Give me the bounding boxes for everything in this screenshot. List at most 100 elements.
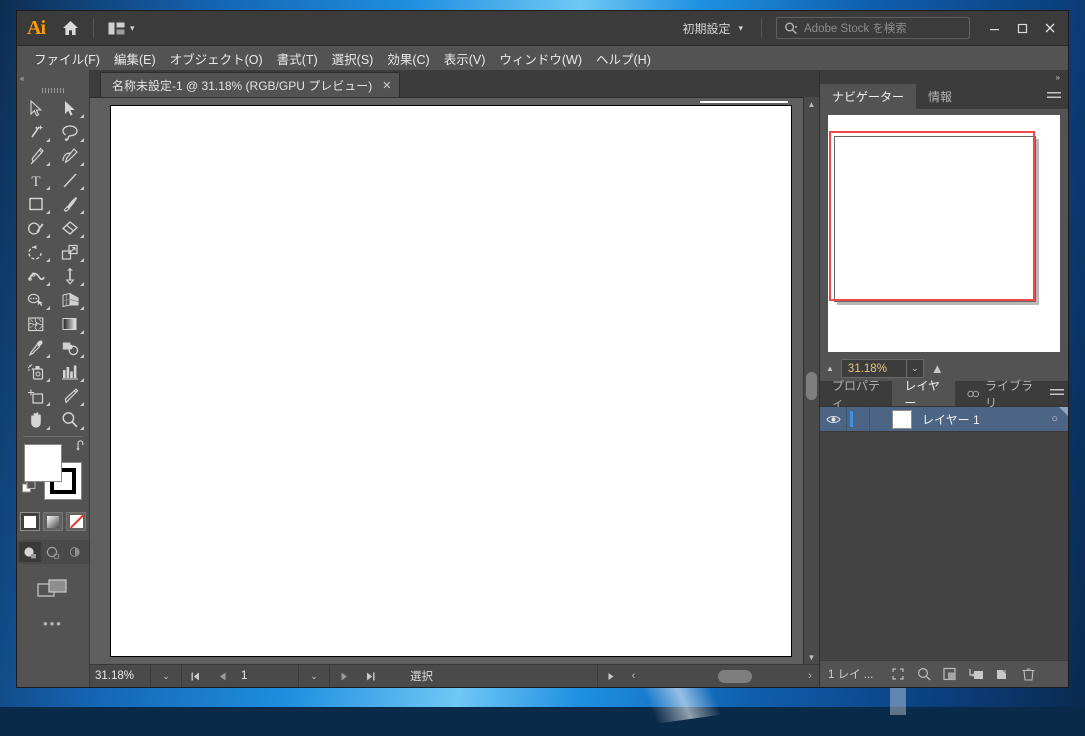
workspace-switcher[interactable]: 初期設定 ▾ — [674, 16, 751, 41]
locate-object-button[interactable] — [885, 663, 911, 685]
create-sublayer-button[interactable] — [937, 663, 963, 685]
curvature-tool[interactable] — [53, 144, 87, 168]
home-icon[interactable] — [57, 15, 83, 41]
hand-tool[interactable] — [19, 408, 53, 432]
color-swatch-button[interactable] — [20, 512, 40, 531]
menu-window[interactable]: ウィンドウ(W) — [492, 46, 589, 71]
expand-panels-button[interactable]: » — [820, 70, 1068, 84]
type-tool[interactable]: T — [19, 168, 53, 192]
close-button[interactable] — [1036, 15, 1064, 41]
artboard-dropdown-icon[interactable]: ⌄ — [299, 665, 330, 687]
gradient-tool[interactable] — [53, 312, 87, 336]
default-fill-stroke-icon[interactable] — [22, 480, 37, 494]
direct-selection-tool[interactable] — [53, 96, 87, 120]
first-artboard-icon[interactable] — [182, 665, 209, 687]
artboard[interactable] — [110, 105, 792, 657]
status-zoom-dropdown-icon[interactable]: ⌄ — [151, 665, 182, 687]
tab-navigator[interactable]: ナビゲーター — [820, 84, 917, 109]
tab-properties[interactable]: プロパティ — [820, 379, 893, 410]
adobe-stock-search-input[interactable]: Adobe Stock を検索 — [776, 17, 970, 39]
navigator-zoom-dropdown-icon[interactable]: ⌄ — [906, 359, 924, 378]
menu-type[interactable]: 書式(T) — [270, 46, 325, 71]
create-new-sublayer-button[interactable] — [963, 663, 989, 685]
line-segment-tool[interactable] — [53, 168, 87, 192]
minimize-button[interactable] — [980, 15, 1008, 41]
column-graph-tool[interactable] — [53, 360, 87, 384]
tab-layers[interactable]: レイヤー — [892, 379, 956, 410]
horizontal-scrollbar[interactable]: ‹ › — [624, 665, 819, 687]
menu-select[interactable]: 選択(S) — [325, 46, 381, 71]
zoom-tool[interactable] — [53, 408, 87, 432]
scale-tool[interactable] — [53, 240, 87, 264]
artboard-tool[interactable] — [19, 384, 53, 408]
collapse-tools-button[interactable]: « — [14, 72, 92, 84]
rectangle-tool[interactable] — [19, 192, 53, 216]
menu-effect[interactable]: 効果(C) — [380, 46, 436, 71]
edit-toolbar-button[interactable]: ••• — [43, 616, 63, 631]
status-text[interactable]: 選択 — [384, 665, 598, 687]
zoom-in-large-icon[interactable]: ▲ — [931, 361, 944, 376]
next-artboard-icon[interactable] — [330, 665, 357, 687]
magic-wand-tool[interactable] — [19, 120, 53, 144]
menu-edit[interactable]: 編集(E) — [107, 46, 163, 71]
eyedropper-tool[interactable] — [19, 336, 53, 360]
close-icon[interactable]: ✕ — [382, 79, 391, 92]
menu-view[interactable]: 表示(V) — [437, 46, 493, 71]
last-artboard-icon[interactable] — [357, 665, 384, 687]
vertical-scroll-thumb[interactable] — [806, 372, 817, 400]
slice-tool[interactable] — [53, 384, 87, 408]
navigator-preview[interactable] — [828, 115, 1060, 352]
delete-layer-button[interactable] — [1015, 663, 1041, 685]
eraser-tool[interactable] — [53, 216, 87, 240]
blend-tool[interactable] — [53, 336, 87, 360]
free-transform-tool[interactable] — [53, 264, 87, 288]
menu-object[interactable]: オブジェクト(O) — [163, 46, 270, 71]
table-row[interactable]: レイヤー 1 ○ — [820, 407, 1068, 432]
draw-inside-mode[interactable] — [65, 542, 87, 562]
change-screen-mode-button[interactable] — [37, 578, 69, 600]
previous-artboard-icon[interactable] — [209, 665, 236, 687]
scroll-up-icon[interactable]: ▲ — [804, 97, 819, 111]
tab-libraries[interactable]: ライブラリ — [955, 379, 1046, 410]
menu-help[interactable]: ヘルプ(H) — [589, 46, 658, 71]
selection-tool[interactable] — [19, 96, 53, 120]
navigator-view-box[interactable] — [829, 131, 1035, 301]
draw-normal-mode[interactable] — [19, 542, 41, 562]
shaper-tool[interactable] — [19, 216, 53, 240]
panel-menu-icon[interactable] — [1040, 84, 1068, 109]
paintbrush-tool[interactable] — [53, 192, 87, 216]
tab-info[interactable]: 情報 — [916, 84, 965, 109]
artboard-number-input[interactable]: 1 — [236, 665, 299, 687]
pen-tool[interactable] — [19, 144, 53, 168]
shape-builder-tool[interactable] — [19, 288, 53, 312]
rotate-tool[interactable] — [19, 240, 53, 264]
navigator-zoom-input[interactable]: 31.18% — [840, 359, 907, 378]
mesh-tool[interactable] — [19, 312, 53, 336]
scroll-right-icon[interactable]: › — [801, 670, 819, 682]
perspective-grid-tool[interactable] — [53, 288, 87, 312]
maximize-button[interactable] — [1008, 15, 1036, 41]
make-clipping-mask-button[interactable] — [911, 663, 937, 685]
horizontal-scroll-thumb[interactable] — [717, 669, 752, 683]
lasso-tool[interactable] — [53, 120, 87, 144]
gradient-swatch-button[interactable] — [43, 512, 63, 531]
status-menu-arrow-icon[interactable] — [598, 665, 625, 687]
swap-fill-stroke-icon[interactable] — [75, 440, 88, 452]
width-tool[interactable] — [19, 264, 53, 288]
document-tab[interactable]: 名称未設定-1 @ 31.18% (RGB/GPU プレビュー) ✕ — [100, 72, 401, 97]
arrange-documents-icon[interactable]: ▾ — [104, 20, 139, 37]
create-new-layer-button[interactable] — [989, 663, 1015, 685]
scroll-down-icon[interactable]: ▼ — [804, 650, 819, 664]
status-zoom-level[interactable]: 31.18% — [90, 665, 151, 687]
zoom-out-small-icon[interactable]: ▲ — [826, 364, 834, 373]
symbol-sprayer-tool[interactable] — [19, 360, 53, 384]
canvas[interactable] — [90, 97, 803, 664]
none-swatch-button[interactable] — [66, 512, 86, 531]
panel-menu-icon[interactable] — [1045, 381, 1068, 406]
vertical-scrollbar[interactable]: ▲ ▼ — [803, 97, 819, 664]
fill-color-swatch[interactable] — [24, 444, 62, 482]
draw-behind-mode[interactable] — [42, 542, 64, 562]
scroll-left-icon[interactable]: ‹ — [625, 670, 643, 682]
layer-name[interactable]: レイヤー 1 — [922, 411, 980, 428]
menu-file[interactable]: ファイル(F) — [27, 46, 107, 71]
